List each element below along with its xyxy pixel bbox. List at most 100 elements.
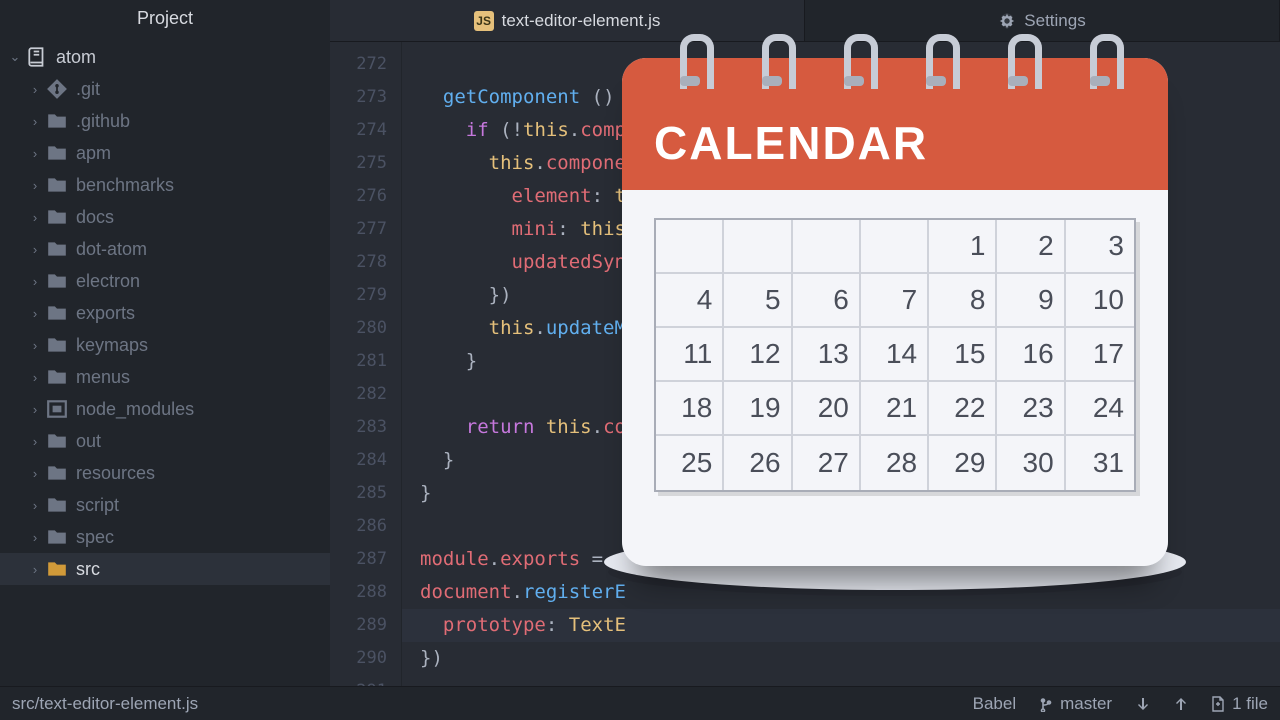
- tree-item--github[interactable]: › .github: [0, 105, 330, 137]
- calendar-day-16[interactable]: 16: [997, 328, 1065, 382]
- calendar-day-30[interactable]: 30: [997, 436, 1065, 490]
- file-tree[interactable]: ⌄ atom› .git› .github› apm›: [0, 39, 330, 686]
- tree-item-node-modules[interactable]: › node_modules: [0, 393, 330, 425]
- project-sidebar: Project ⌄ atom› .git› .github›: [0, 0, 330, 686]
- tree-item-label: .github: [76, 111, 130, 132]
- calendar-day-13[interactable]: 13: [793, 328, 861, 382]
- line-number: 283: [330, 411, 387, 444]
- tree-item-label: dot-atom: [76, 239, 147, 260]
- calendar-day-31[interactable]: 31: [1066, 436, 1134, 490]
- calendar-day-22[interactable]: 22: [929, 382, 997, 436]
- calendar-day-5[interactable]: 5: [724, 274, 792, 328]
- tree-item--git[interactable]: › .git: [0, 73, 330, 105]
- calendar-cell-empty[interactable]: [724, 220, 792, 274]
- folder-icon: [46, 206, 68, 228]
- git-icon: [46, 78, 68, 100]
- tree-item-out[interactable]: › out: [0, 425, 330, 457]
- calendar-day-24[interactable]: 24: [1066, 382, 1134, 436]
- line-number: 273: [330, 81, 387, 114]
- status-bar: src/text-editor-element.js Babel master …: [0, 686, 1280, 720]
- chevron-right-icon: ›: [28, 210, 42, 225]
- chevron-right-icon: ›: [28, 82, 42, 97]
- folder-icon: [46, 334, 68, 356]
- tree-item-menus[interactable]: › menus: [0, 361, 330, 393]
- calendar-day-20[interactable]: 20: [793, 382, 861, 436]
- line-number: 282: [330, 378, 387, 411]
- calendar-day-26[interactable]: 26: [724, 436, 792, 490]
- calendar-day-29[interactable]: 29: [929, 436, 997, 490]
- line-number: 280: [330, 312, 387, 345]
- tree-root[interactable]: ⌄ atom: [0, 41, 330, 73]
- line-number: 284: [330, 444, 387, 477]
- calendar-day-3[interactable]: 3: [1066, 220, 1134, 274]
- tree-item-label: src: [76, 559, 100, 580]
- tree-item-docs[interactable]: › docs: [0, 201, 330, 233]
- calendar-day-9[interactable]: 9: [997, 274, 1065, 328]
- folder-icon: [46, 430, 68, 452]
- status-branch-name: master: [1060, 694, 1112, 714]
- calendar-grid: 1234567891011121314151617181920212223242…: [654, 218, 1136, 492]
- tree-item-src[interactable]: › src: [0, 553, 330, 585]
- js-file-icon: JS: [474, 11, 494, 31]
- chevron-down-icon: ⌄: [8, 49, 22, 65]
- settings-icon: [998, 12, 1016, 30]
- calendar-day-4[interactable]: 4: [656, 274, 724, 328]
- git-push-button[interactable]: [1172, 696, 1188, 712]
- folder-icon: [46, 270, 68, 292]
- calendar-day-27[interactable]: 27: [793, 436, 861, 490]
- line-number: 272: [330, 48, 387, 81]
- calendar-day-14[interactable]: 14: [861, 328, 929, 382]
- line-number: 287: [330, 543, 387, 576]
- calendar-day-1[interactable]: 1: [929, 220, 997, 274]
- calendar-cell-empty[interactable]: [656, 220, 724, 274]
- folder-icon: [46, 110, 68, 132]
- tree-item-script[interactable]: › script: [0, 489, 330, 521]
- calendar-cell-empty[interactable]: [793, 220, 861, 274]
- tree-item-dot-atom[interactable]: › dot-atom: [0, 233, 330, 265]
- line-number: 290: [330, 642, 387, 675]
- calendar-cell-empty[interactable]: [861, 220, 929, 274]
- tree-item-keymaps[interactable]: › keymaps: [0, 329, 330, 361]
- tree-item-spec[interactable]: › spec: [0, 521, 330, 553]
- calendar-day-23[interactable]: 23: [997, 382, 1065, 436]
- tree-item-label: out: [76, 431, 101, 452]
- calendar-day-10[interactable]: 10: [1066, 274, 1134, 328]
- line-number: 278: [330, 246, 387, 279]
- tree-item-apm[interactable]: › apm: [0, 137, 330, 169]
- calendar-day-19[interactable]: 19: [724, 382, 792, 436]
- sidebar-title: Project: [0, 0, 330, 39]
- calendar-day-8[interactable]: 8: [929, 274, 997, 328]
- calendar-day-28[interactable]: 28: [861, 436, 929, 490]
- chevron-right-icon: ›: [28, 306, 42, 321]
- chevron-right-icon: ›: [28, 338, 42, 353]
- tree-item-label: benchmarks: [76, 175, 174, 196]
- status-changed-files[interactable]: 1 file: [1210, 694, 1268, 714]
- chevron-right-icon: ›: [28, 466, 42, 481]
- calendar-day-6[interactable]: 6: [793, 274, 861, 328]
- tree-item-label: keymaps: [76, 335, 148, 356]
- calendar-day-7[interactable]: 7: [861, 274, 929, 328]
- calendar-title: CALENDAR: [654, 116, 1136, 170]
- calendar-day-12[interactable]: 12: [724, 328, 792, 382]
- tree-item-exports[interactable]: › exports: [0, 297, 330, 329]
- chevron-right-icon: ›: [28, 146, 42, 161]
- tree-item-label: electron: [76, 271, 140, 292]
- status-git-branch[interactable]: master: [1038, 694, 1112, 714]
- tree-item-benchmarks[interactable]: › benchmarks: [0, 169, 330, 201]
- status-grammar[interactable]: Babel: [973, 694, 1016, 714]
- chevron-right-icon: ›: [28, 562, 42, 577]
- tree-root-label: atom: [56, 47, 96, 68]
- calendar-day-2[interactable]: 2: [997, 220, 1065, 274]
- calendar-day-11[interactable]: 11: [656, 328, 724, 382]
- line-number: 291: [330, 675, 387, 686]
- calendar-day-18[interactable]: 18: [656, 382, 724, 436]
- calendar-day-25[interactable]: 25: [656, 436, 724, 490]
- git-fetch-button[interactable]: [1134, 696, 1150, 712]
- calendar-day-17[interactable]: 17: [1066, 328, 1134, 382]
- chevron-right-icon: ›: [28, 114, 42, 129]
- tree-item-electron[interactable]: › electron: [0, 265, 330, 297]
- calendar-day-21[interactable]: 21: [861, 382, 929, 436]
- tree-item-resources[interactable]: › resources: [0, 457, 330, 489]
- calendar-day-15[interactable]: 15: [929, 328, 997, 382]
- folder-icon: [46, 142, 68, 164]
